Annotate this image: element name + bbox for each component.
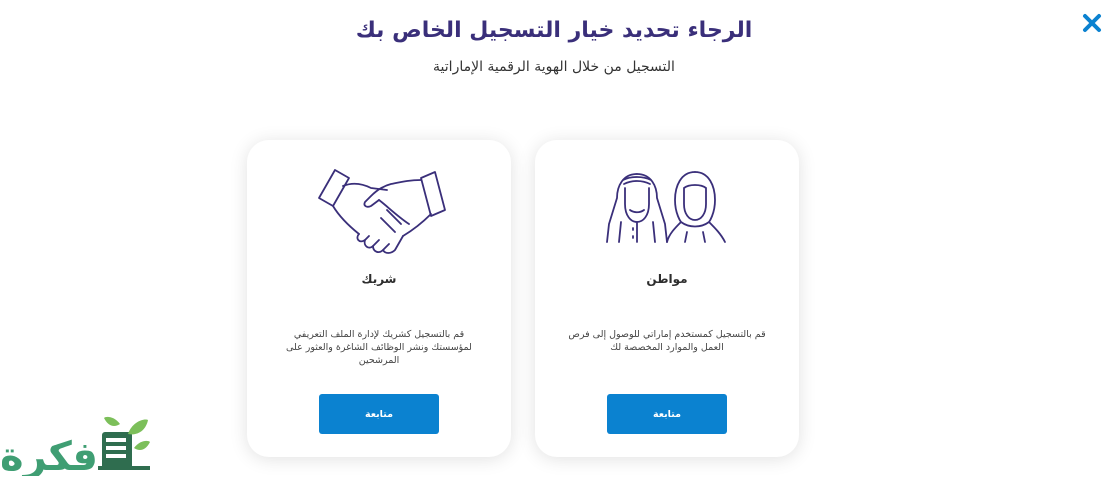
citizen-continue-button[interactable]: متابعة xyxy=(607,394,727,434)
citizen-description: قم بالتسجيل كمستخدم إماراتي للوصول إلى ف… xyxy=(568,329,766,353)
close-icon xyxy=(1083,14,1101,32)
handshake-icon xyxy=(318,169,446,254)
citizens-icon xyxy=(606,171,726,243)
svg-text:فكرة: فكرة xyxy=(2,434,98,476)
citizen-title: مواطن xyxy=(646,272,688,286)
watermark-logo: فكرة xyxy=(0,414,152,480)
dialog-subtitle: التسجيل من خلال الهوية الرقمية الإماراتي… xyxy=(433,59,675,75)
book-leaf-icon xyxy=(98,416,150,470)
partner-card[interactable]: شريك قم بالتسجيل كشريك لإدارة الملف التع… xyxy=(247,140,511,457)
close-button[interactable] xyxy=(1081,12,1103,34)
partner-title: شريك xyxy=(361,272,397,286)
partner-description: قم بالتسجيل كشريك لإدارة الملف التعريفي … xyxy=(286,329,472,366)
citizen-card[interactable]: مواطن قم بالتسجيل كمستخدم إماراتي للوصول… xyxy=(535,140,799,457)
dialog-title: الرجاء تحديد خيار التسجيل الخاص بك xyxy=(355,18,753,43)
partner-continue-button[interactable]: متابعة xyxy=(319,394,439,434)
